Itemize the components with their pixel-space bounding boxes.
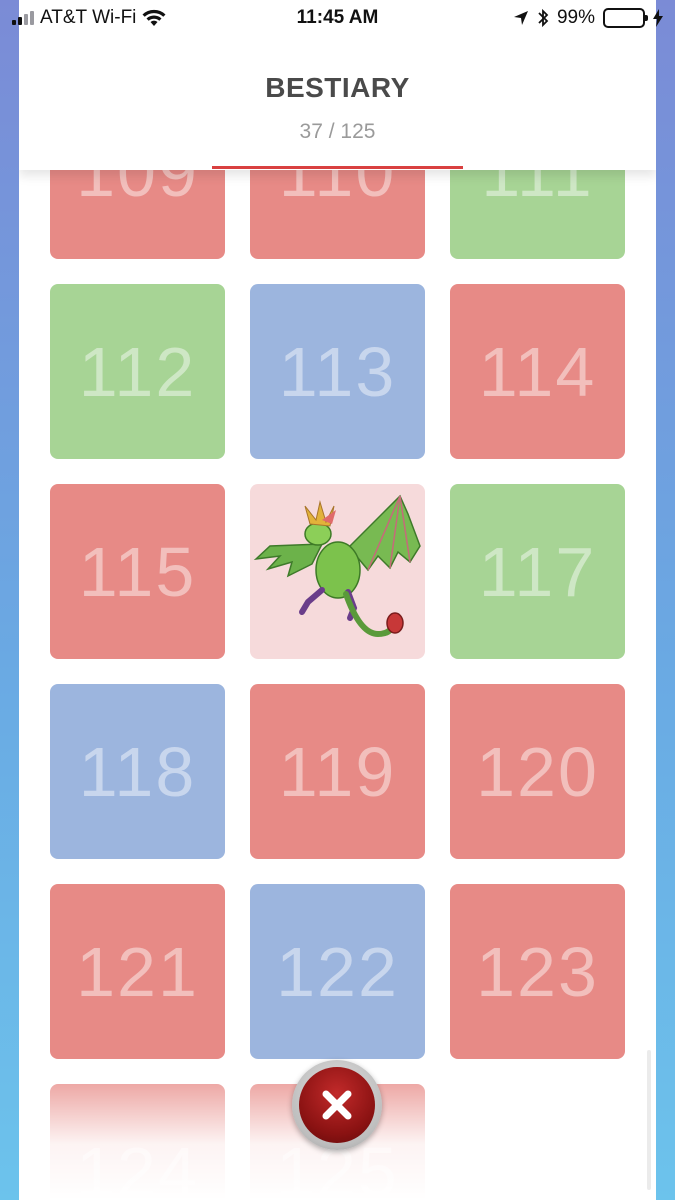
- bestiary-tile-119[interactable]: 119: [250, 684, 425, 859]
- scrollbar[interactable]: [647, 1050, 651, 1190]
- tile-number: 113: [278, 332, 397, 411]
- bestiary-tile-115[interactable]: 115: [50, 484, 225, 659]
- bestiary-tile-118[interactable]: 118: [50, 684, 225, 859]
- title-underline: [212, 166, 463, 169]
- bestiary-tile-112[interactable]: 112: [50, 284, 225, 459]
- bestiary-tile-120[interactable]: 120: [450, 684, 625, 859]
- status-bar: AT&T Wi-Fi 11:45 AM 99%: [0, 0, 675, 38]
- battery-percent: 99%: [556, 7, 595, 28]
- close-button-face: [299, 1067, 375, 1143]
- charging-bolt-icon: [653, 9, 663, 27]
- tile-number: 120: [476, 732, 599, 811]
- tile-number: 119: [278, 732, 397, 811]
- tile-number: 123: [476, 932, 599, 1011]
- bluetooth-icon: [538, 8, 549, 28]
- bestiary-tile-121[interactable]: 121: [50, 884, 225, 1059]
- page-title: BESTIARY: [265, 72, 410, 103]
- tile-number: 118: [78, 732, 197, 811]
- tile-number: 117: [478, 532, 597, 611]
- battery-icon: [603, 8, 648, 28]
- bestiary-tile-113[interactable]: 113: [250, 284, 425, 459]
- close-icon: [322, 1090, 352, 1120]
- tile-number: 114: [478, 332, 597, 411]
- bestiary-tile-114[interactable]: 114: [450, 284, 625, 459]
- bestiary-tile-116[interactable]: [250, 484, 425, 659]
- tile-number: 115: [78, 532, 197, 611]
- bestiary-tile-123[interactable]: 123: [450, 884, 625, 1059]
- status-right: 99%: [513, 7, 663, 29]
- location-arrow-icon: [513, 11, 528, 25]
- dragon-icon: [253, 494, 421, 638]
- close-button[interactable]: [292, 1060, 382, 1150]
- bestiary-grid[interactable]: 109 110 111 112 113 114 115 117 118 119 …: [19, 0, 656, 1200]
- collection-count: 37 / 125: [299, 120, 376, 143]
- bestiary-tile-122[interactable]: 122: [250, 884, 425, 1059]
- bestiary-tile-117[interactable]: 117: [450, 484, 625, 659]
- tile-number: 121: [76, 932, 199, 1011]
- tile-number: 112: [78, 332, 197, 411]
- bestiary-panel: 109 110 111 112 113 114 115 117 118 119 …: [19, 0, 656, 1200]
- tile-number: 122: [276, 932, 399, 1011]
